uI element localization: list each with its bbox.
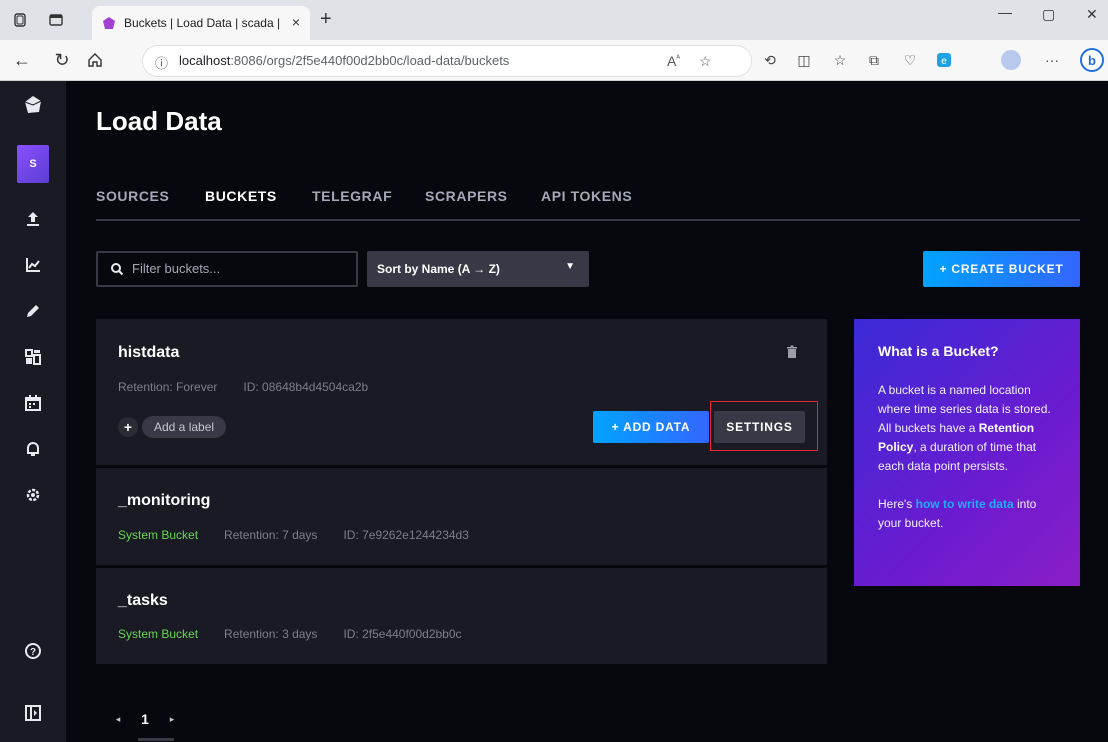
influx-logo-icon[interactable]	[0, 87, 66, 123]
create-bucket-button[interactable]: + CREATE BUCKET	[923, 251, 1080, 287]
pagination: ◂ 1 ▸	[108, 711, 182, 727]
bucket-retention: Retention: Forever	[118, 380, 218, 394]
next-page-icon[interactable]: ▸	[162, 714, 182, 725]
bucket-id: ID: 2f5e440f00d2bb0c	[343, 627, 462, 641]
add-data-button[interactable]: + ADD DATA	[593, 411, 709, 443]
bucket-card-monitoring[interactable]: _monitoring System Bucket Retention: 7 da…	[96, 468, 827, 565]
back-icon[interactable]: ←	[12, 50, 32, 70]
more-options-icon[interactable]: ···	[1044, 52, 1060, 68]
plus-icon[interactable]: +	[118, 417, 138, 437]
bucket-id: ID: 08648b4d4504ca2b	[243, 380, 369, 394]
system-bucket-badge: System Bucket	[118, 627, 199, 641]
workspaces-icon[interactable]	[12, 12, 28, 28]
help-icon[interactable]: ?	[0, 633, 66, 669]
bucket-meta: System Bucket Retention: 3 days ID: 2f5e44…	[118, 627, 488, 641]
add-label-control[interactable]: + Add a label	[118, 415, 227, 439]
tab-actions-icon[interactable]	[48, 12, 64, 28]
tab-buckets[interactable]: BUCKETS	[205, 188, 277, 204]
maximize-button[interactable]: ▢	[1042, 6, 1055, 23]
bucket-meta: System Bucket Retention: 7 days ID: 7e9262…	[118, 528, 495, 542]
home-icon[interactable]	[86, 51, 106, 71]
split-screen-icon[interactable]: ◫	[796, 52, 812, 68]
calendar-icon[interactable]	[0, 385, 66, 421]
svg-text:e: e	[941, 56, 947, 67]
browser-tab[interactable]: Buckets | Load Data | scada | Influ ×	[92, 6, 310, 40]
chart-icon[interactable]	[0, 247, 66, 283]
search-icon	[110, 262, 124, 276]
page-indicator	[138, 738, 174, 741]
performance-icon[interactable]: ♡	[902, 52, 918, 68]
url-text[interactable]: localhost:8086/orgs/2f5e440f00d2bb0c/loa…	[179, 53, 509, 68]
page-number[interactable]: 1	[128, 711, 162, 727]
prev-page-icon[interactable]: ◂	[108, 714, 128, 725]
add-label-button[interactable]: Add a label	[142, 416, 227, 438]
tab-telegraf[interactable]: TELEGRAF	[312, 188, 392, 204]
dashboards-icon[interactable]	[0, 339, 66, 375]
extensions-icon[interactable]: ⟲	[762, 52, 778, 68]
bucket-name[interactable]: _monitoring	[118, 492, 210, 510]
trash-icon[interactable]	[785, 345, 799, 359]
new-tab-button[interactable]: +	[320, 8, 332, 31]
bucket-info-panel: What is a Bucket? A bucket is a named lo…	[854, 319, 1080, 586]
bing-chat-icon[interactable]: b	[1080, 48, 1104, 72]
tab-scrapers[interactable]: SCRAPERS	[425, 188, 508, 204]
bucket-name[interactable]: _tasks	[118, 592, 168, 610]
read-aloud-icon[interactable]: Aᴬ	[667, 53, 680, 69]
bell-icon[interactable]	[0, 431, 66, 467]
page-title: Load Data	[96, 106, 222, 136]
filter-buckets-input[interactable]	[132, 261, 342, 276]
info-paragraph-2: Here's how to write data into your bucke…	[878, 497, 1037, 530]
bucket-name[interactable]: histdata	[118, 344, 179, 362]
favorites-icon[interactable]: ☆	[832, 52, 848, 68]
close-tab-icon[interactable]: ×	[292, 14, 300, 30]
org-avatar[interactable]: S	[17, 145, 49, 183]
system-bucket-badge: System Bucket	[118, 528, 199, 542]
bucket-meta: Retention: Forever ID: 08648b4d4504ca2b	[118, 380, 394, 394]
sort-label: Sort by Name (A → Z)	[377, 262, 500, 276]
tabs-divider	[96, 219, 1080, 221]
collapse-icon[interactable]	[0, 695, 66, 731]
tab-api-tokens[interactable]: API TOKENS	[541, 188, 632, 204]
caret-down-icon: ▼	[565, 261, 575, 272]
collections-icon[interactable]: ⧉	[866, 52, 882, 68]
write-data-link[interactable]: how to write data	[916, 497, 1014, 511]
sort-dropdown[interactable]: Sort by Name (A → Z) ▼	[367, 251, 589, 287]
bucket-id: ID: 7e9262e1244234d3	[343, 528, 469, 542]
close-window-button[interactable]: ✕	[1086, 6, 1098, 23]
settings-highlight-box	[710, 401, 818, 451]
influx-favicon-icon	[102, 16, 116, 30]
tab-title: Buckets | Load Data | scada | Influ	[124, 16, 284, 30]
browser-tabbar: Buckets | Load Data | scada | Influ × + …	[0, 0, 1108, 40]
pencil-icon[interactable]	[0, 293, 66, 329]
svg-text:b: b	[1088, 53, 1096, 68]
bucket-retention: Retention: 3 days	[224, 627, 318, 641]
info-paragraph: A bucket is a named location where time …	[878, 383, 1051, 473]
minimize-button[interactable]: —	[998, 4, 1012, 20]
influxdb-app: S ? Load Data SOURCES BUCKETS TELEGRAF S…	[0, 81, 1108, 742]
bucket-retention: Retention: 7 days	[224, 528, 318, 542]
address-toolbar: ← ↻ ⓘ localhost:8086/orgs/2f5e440f00d2bb…	[0, 40, 1108, 81]
favorite-star-icon[interactable]: ☆	[699, 53, 712, 70]
upload-icon[interactable]	[0, 201, 66, 237]
url-bar[interactable]: ⓘ localhost:8086/orgs/2f5e440f00d2bb0c/l…	[142, 45, 752, 77]
profile-avatar-icon[interactable]	[1000, 49, 1022, 71]
tab-sources[interactable]: SOURCES	[96, 188, 169, 204]
bucket-card-tasks[interactable]: _tasks System Bucket Retention: 3 days ID:…	[96, 568, 827, 664]
edge-icon[interactable]: e	[936, 52, 952, 68]
info-icon[interactable]: ⓘ	[155, 53, 168, 72]
filter-buckets-field[interactable]	[96, 251, 358, 287]
info-title: What is a Bucket?	[878, 343, 999, 359]
side-nav: S ?	[0, 81, 66, 742]
refresh-icon[interactable]: ↻	[52, 50, 72, 70]
svg-text:?: ?	[30, 647, 36, 658]
gear-icon[interactable]	[0, 477, 66, 513]
